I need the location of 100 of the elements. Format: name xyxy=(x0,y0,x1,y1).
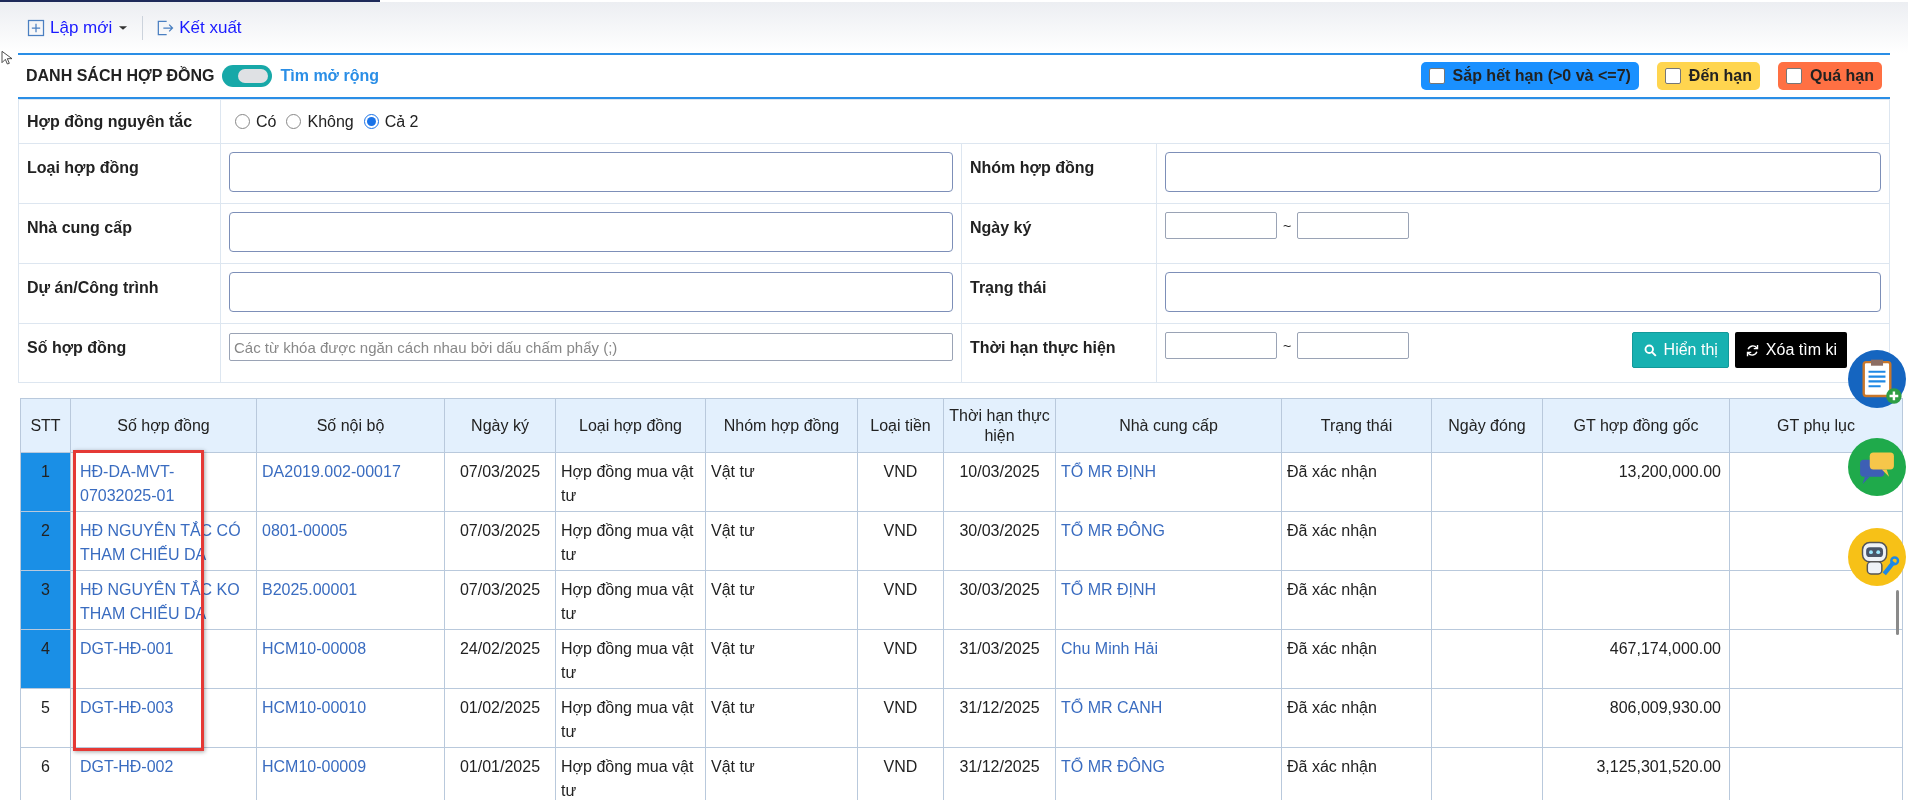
table-cell-text: 30/03/2025 xyxy=(959,581,1040,598)
row-number-cell: 6 xyxy=(20,747,71,800)
column-header: Ngày ký xyxy=(471,416,529,434)
table-cell-text: Vật tư xyxy=(711,640,755,657)
checkbox[interactable] xyxy=(1428,68,1445,84)
table-cell-text: Vật tư xyxy=(711,699,755,716)
column-header: Số hợp đồng xyxy=(117,416,210,434)
column-header: Loại tiền xyxy=(870,416,931,434)
table-cell-text: VND xyxy=(883,522,918,539)
table-cell-text: VND xyxy=(883,463,918,480)
table-cell-text: 24/02/2025 xyxy=(459,640,541,657)
column-header: Trạng thái xyxy=(1320,416,1393,434)
table-cell-text: Đã xác nhận xyxy=(1287,758,1377,775)
text-field[interactable] xyxy=(1165,272,1881,312)
column-header: Ngày đóng xyxy=(1448,416,1526,434)
table-cell-text: Hợp đồng mua vật tư xyxy=(561,758,694,799)
radio-option[interactable]: Có xyxy=(235,109,277,134)
field-label: Trạng thái xyxy=(970,279,1047,296)
scrollbar[interactable] xyxy=(1896,590,1899,635)
column-header: Thời hạn thực hiện xyxy=(949,406,1050,444)
table-cell-text: Vật tư xyxy=(711,463,755,480)
table-cell-text: Vật tư xyxy=(711,522,755,539)
range-separator: ~ xyxy=(1283,337,1292,356)
table-cell-text: 01/02/2025 xyxy=(459,699,541,716)
column-header: Nhóm hợp đồng xyxy=(723,416,840,434)
date-field[interactable] xyxy=(1297,332,1410,359)
field-label: Số hợp đồng xyxy=(27,339,127,356)
row-number-cell: 5 xyxy=(20,688,71,748)
column-header: Nhà cung cấp xyxy=(1119,416,1218,434)
toolbar-button[interactable]: Lập mới xyxy=(26,14,131,41)
radio-option[interactable]: Không xyxy=(286,109,354,134)
column-header: Số nội bộ xyxy=(316,416,385,434)
table-cell-text: Hợp đồng mua vật tư xyxy=(561,640,694,681)
table-cell-text: 07/03/2025 xyxy=(459,522,541,539)
field-label: Loại hợp đồng xyxy=(27,159,139,176)
table-cell-text: 31/12/2025 xyxy=(959,758,1040,775)
radio-button[interactable] xyxy=(286,114,302,129)
table-cell-text: Hợp đồng mua vật tư xyxy=(561,699,694,740)
text-field[interactable] xyxy=(229,152,953,192)
status-filter[interactable]: Quá hạn xyxy=(1778,62,1882,90)
refresh-icon xyxy=(1744,342,1760,358)
table-cell-text: Đã xác nhận xyxy=(1287,581,1377,598)
row-number-cell: 2 xyxy=(20,511,71,571)
search-icon xyxy=(1642,342,1658,358)
table-cell-text: 31/03/2025 xyxy=(959,640,1040,657)
assistant-robot-button[interactable] xyxy=(1848,528,1906,586)
radio-option[interactable]: Cả 2 xyxy=(363,109,419,134)
toggle-label: Tìm mở rộng xyxy=(280,66,379,86)
panel-title: DANH SÁCH HỢP ĐỒNG xyxy=(26,65,215,86)
status-filter[interactable]: Đến hạn xyxy=(1656,62,1760,90)
toggle-switch[interactable] xyxy=(222,65,273,87)
field-label: Thời hạn thực hiện xyxy=(970,339,1116,356)
table-cell-text: Đã xác nhận xyxy=(1287,699,1377,716)
column-header: Loại hợp đồng xyxy=(579,416,682,434)
table-cell-text: 3,125,301,520.00 xyxy=(1596,758,1721,775)
clear-search-button[interactable]: Xóa tìm ki xyxy=(1734,332,1847,368)
text-field[interactable] xyxy=(1165,152,1881,192)
row-number-cell: 3 xyxy=(20,570,71,630)
date-field[interactable] xyxy=(1297,212,1410,239)
checkbox[interactable] xyxy=(1786,68,1802,84)
date-field[interactable] xyxy=(1165,332,1277,359)
table-cell-text: 10/03/2025 xyxy=(959,463,1040,480)
table-cell-text: VND xyxy=(883,640,918,657)
checkbox[interactable] xyxy=(1664,68,1681,84)
date-field[interactable] xyxy=(1165,212,1277,239)
range-separator: ~ xyxy=(1283,217,1292,236)
table-cell-text: Đã xác nhận xyxy=(1287,640,1377,657)
table-cell-text: VND xyxy=(883,758,918,775)
table-cell-text: 31/12/2025 xyxy=(959,699,1040,716)
table-cell-text: 806,009,930.00 xyxy=(1609,699,1721,716)
clipboard-add-button[interactable] xyxy=(1848,350,1906,408)
text-field[interactable] xyxy=(229,272,953,312)
table-cell-text: 467,174,000.00 xyxy=(1609,640,1721,657)
column-header: GT phụ lục xyxy=(1777,416,1855,434)
status-filter[interactable]: Sắp hết hạn (>0 và <=7) xyxy=(1420,62,1639,90)
table-cell-text: 07/03/2025 xyxy=(459,463,541,480)
table-cell-text: Hợp đồng mua vật tư xyxy=(561,522,694,563)
field-label: Ngày ký xyxy=(970,219,1032,236)
table-cell-text: Hợp đồng mua vật tư xyxy=(561,463,694,504)
field-label: Nhóm hợp đồng xyxy=(970,159,1095,176)
radio-button[interactable] xyxy=(235,114,250,129)
plus-square-icon xyxy=(26,17,46,38)
table-cell-text: Vật tư xyxy=(711,758,755,775)
row-number-cell: 1 xyxy=(20,452,71,512)
table-cell-text: Đã xác nhận xyxy=(1287,463,1377,480)
text-field[interactable] xyxy=(229,212,953,252)
table-cell-text: 07/03/2025 xyxy=(459,581,541,598)
field-label: Dự án/Công trình xyxy=(27,279,159,296)
table-cell-text: VND xyxy=(883,581,918,598)
table-cell-text: VND xyxy=(883,699,918,716)
table-cell-text: 13,200,000.00 xyxy=(1618,463,1721,480)
field-label: Hợp đồng nguyên tắc xyxy=(27,111,193,132)
column-header: GT hợp đồng gốc xyxy=(1573,416,1699,434)
table-cell-text: Hợp đồng mua vật tư xyxy=(561,581,694,622)
field-label: Nhà cung cấp xyxy=(27,219,132,236)
column-header: STT xyxy=(30,416,61,434)
keyword-field[interactable]: Các từ khóa được ngăn cách nhau bởi dấu chấm phẩy (;) xyxy=(229,333,953,361)
row-number-cell: 4 xyxy=(20,629,71,689)
chat-button[interactable] xyxy=(1848,438,1906,496)
toolbar-button[interactable]: Kết xuất xyxy=(155,14,242,41)
